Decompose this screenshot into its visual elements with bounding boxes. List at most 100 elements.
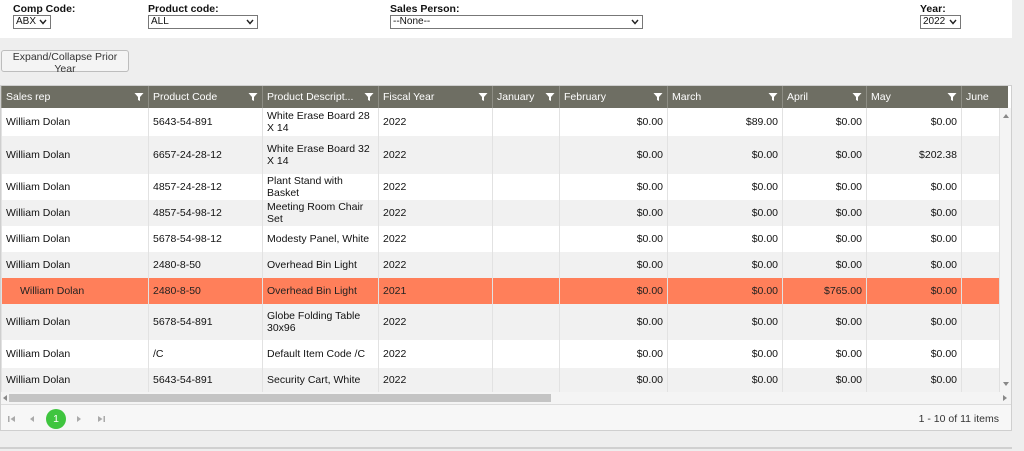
filter-icon[interactable] (768, 92, 778, 102)
cell-fiscal-year: 2022 (378, 340, 493, 368)
cell-january (492, 108, 560, 136)
cell-may: $0.00 (866, 340, 962, 368)
col-header-sales-rep[interactable]: Sales rep (1, 86, 149, 108)
table-row[interactable]: William Dolan 5678-54-891 Globe Folding … (1, 304, 1008, 340)
year-select[interactable]: 2022 (920, 15, 961, 29)
cell-product-description: Plant Stand with Basket (262, 174, 379, 200)
cell-february: $0.00 (559, 368, 668, 392)
col-header-label: January (497, 91, 535, 103)
col-header-label: March (672, 91, 702, 103)
product-code-label: Product code: (148, 3, 219, 15)
cell-sales-rep: William Dolan (1, 368, 149, 392)
comp-code-select[interactable]: ABX (13, 15, 51, 29)
previous-page-icon[interactable] (26, 413, 38, 425)
table-row[interactable]: William Dolan 4857-24-28-12 Plant Stand … (1, 174, 1008, 200)
scroll-up-icon[interactable] (1002, 112, 1010, 120)
cell-january (492, 252, 560, 278)
col-header-june[interactable]: June (961, 86, 1008, 108)
year-value: 2022 (923, 16, 946, 27)
cell-product-description: Overhead Bin Light (262, 252, 379, 278)
cell-may: $0.00 (866, 368, 962, 392)
col-header-product-code[interactable]: Product Code (148, 86, 263, 108)
comp-code-label: Comp Code: (13, 3, 76, 15)
sales-person-value: --None-- (393, 16, 431, 27)
filter-icon[interactable] (364, 92, 374, 102)
table-row[interactable]: William Dolan 6657-24-28-12 White Erase … (1, 136, 1008, 174)
product-code-filter: Product code: ALL (148, 3, 258, 29)
filter-icon[interactable] (545, 92, 555, 102)
table-row[interactable]: William Dolan 4857-54-98-12 Meeting Room… (1, 200, 1008, 226)
cell-product-code: 2480-8-50 (148, 278, 263, 304)
horizontal-scroll-thumb[interactable] (9, 394, 551, 402)
cell-march: $0.00 (667, 226, 783, 252)
expand-collapse-button[interactable]: Expand/Collapse Prior Year (1, 50, 129, 75)
scroll-down-icon[interactable] (1002, 380, 1010, 388)
pager-info: 1 - 10 of 11 items (918, 413, 999, 425)
cell-february: $0.00 (559, 340, 668, 368)
table-row-selected[interactable]: William Dolan 2480-8-50 Overhead Bin Lig… (1, 278, 1008, 304)
col-header-label: Fiscal Year (383, 91, 435, 103)
horizontal-scrollbar[interactable] (1, 392, 1011, 404)
table-row[interactable]: William Dolan 2480-8-50 Overhead Bin Lig… (1, 252, 1008, 278)
cell-product-description: White Erase Board 32 X 14 (262, 136, 379, 174)
comp-code-filter: Comp Code: ABX (13, 3, 75, 29)
cell-march: $0.00 (667, 368, 783, 392)
cell-march: $0.00 (667, 200, 783, 226)
col-header-may[interactable]: May (866, 86, 962, 108)
sales-table: Sales rep Product Code Product Descript.… (1, 86, 1008, 392)
product-code-select[interactable]: ALL (148, 15, 258, 29)
cell-fiscal-year: 2022 (378, 136, 493, 174)
first-page-icon[interactable] (6, 413, 18, 425)
filter-icon[interactable] (947, 92, 957, 102)
table-row[interactable]: William Dolan 5643-54-891 White Erase Bo… (1, 108, 1008, 136)
filter-icon[interactable] (852, 92, 862, 102)
product-code-value: ALL (151, 16, 169, 27)
cell-product-code: 4857-54-98-12 (148, 200, 263, 226)
table-row[interactable]: William Dolan 5643-54-891 Security Cart,… (1, 368, 1008, 392)
table-row[interactable]: William Dolan /C Default Item Code /C 20… (1, 340, 1008, 368)
cell-february: $0.00 (559, 252, 668, 278)
col-header-product-description[interactable]: Product Descript... (262, 86, 379, 108)
cell-product-code: 5678-54-98-12 (148, 226, 263, 252)
vertical-scrollbar[interactable] (999, 108, 1011, 392)
cell-march: $0.00 (667, 278, 783, 304)
cell-january (492, 340, 560, 368)
col-header-february[interactable]: February (559, 86, 668, 108)
filter-icon[interactable] (653, 92, 663, 102)
sales-person-select[interactable]: --None-- (390, 15, 643, 29)
filter-icon[interactable] (134, 92, 144, 102)
cell-fiscal-year: 2022 (378, 108, 493, 136)
cell-april: $0.00 (782, 304, 867, 340)
last-page-icon[interactable] (95, 413, 107, 425)
col-header-label: February (564, 91, 607, 103)
cell-product-code: 5643-54-891 (148, 368, 263, 392)
cell-february: $0.00 (559, 108, 668, 136)
cell-sales-rep: William Dolan (1, 200, 149, 226)
cell-february: $0.00 (559, 226, 668, 252)
sales-grid: Sales rep Product Code Product Descript.… (0, 85, 1012, 431)
cell-february: $0.00 (559, 278, 668, 304)
chevron-down-icon (949, 19, 957, 25)
year-label: Year: (920, 3, 946, 15)
cell-product-code: 5678-54-891 (148, 304, 263, 340)
next-page-icon[interactable] (73, 413, 85, 425)
cell-product-description: Default Item Code /C (262, 340, 379, 368)
filter-icon[interactable] (478, 92, 488, 102)
scroll-left-icon[interactable] (1, 394, 9, 402)
chevron-down-icon (246, 19, 254, 25)
cell-january (492, 226, 560, 252)
filter-icon[interactable] (248, 92, 258, 102)
filter-bar: Comp Code: ABX Product code: ALL Sales P… (0, 0, 1012, 38)
year-filter: Year: 2022 (920, 3, 961, 29)
cell-fiscal-year: 2021 (378, 278, 493, 304)
col-header-january[interactable]: January (492, 86, 560, 108)
col-header-april[interactable]: April (782, 86, 867, 108)
col-header-march[interactable]: March (667, 86, 783, 108)
scroll-right-icon[interactable] (1001, 394, 1009, 402)
table-row[interactable]: William Dolan 5678-54-98-12 Modesty Pane… (1, 226, 1008, 252)
cell-sales-rep: William Dolan (1, 278, 149, 304)
cell-product-code: 5643-54-891 (148, 108, 263, 136)
col-header-label: May (871, 91, 891, 103)
col-header-fiscal-year[interactable]: Fiscal Year (378, 86, 493, 108)
page-button-current[interactable]: 1 (46, 409, 66, 429)
